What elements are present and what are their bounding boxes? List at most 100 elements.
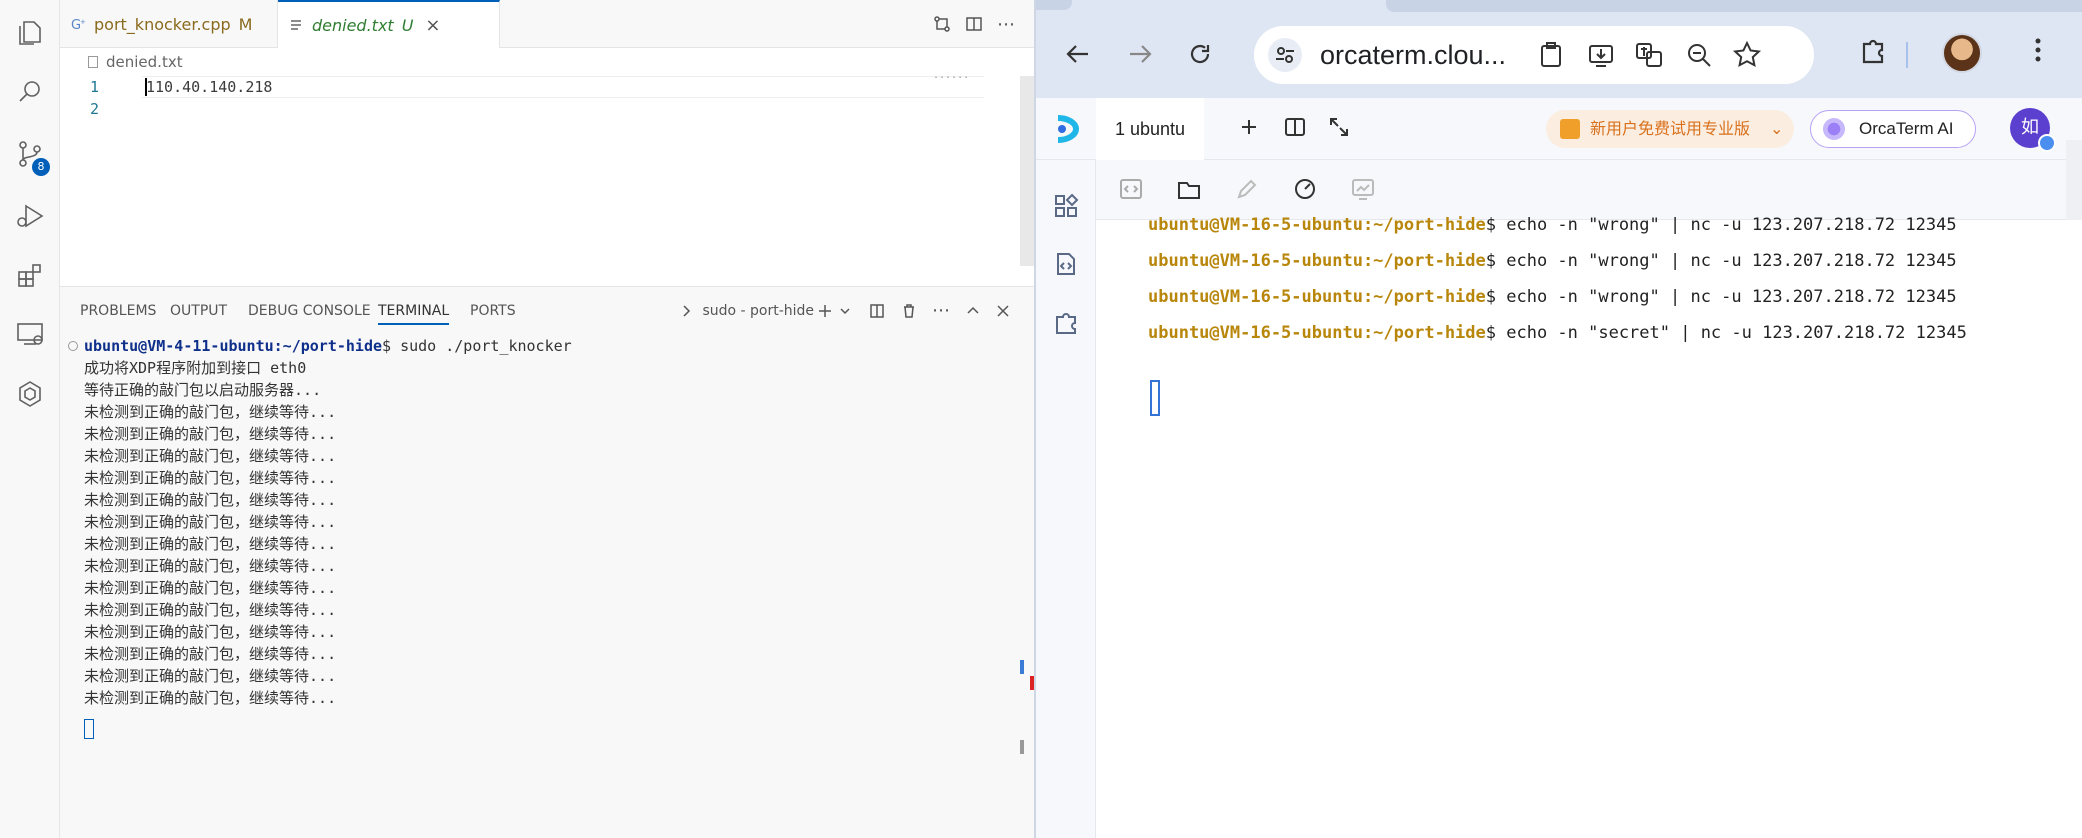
- prompt-path: :~/port-hide: [1362, 251, 1486, 271]
- source-control-badge: 8: [32, 158, 50, 176]
- editor-scrollbar[interactable]: [1020, 76, 1034, 266]
- tab-terminal[interactable]: TERMINAL: [378, 287, 450, 325]
- terminal-prompt-line: ubuntu@VM-4-11-ubuntu:~/port-hide$ sudo …: [84, 335, 572, 357]
- terminal-command-line: ubuntu@VM-16-5-ubuntu:~/port-hide$ echo …: [1148, 246, 1957, 276]
- bookmark-star-icon[interactable]: [1732, 40, 1762, 70]
- clipboard-icon[interactable]: [1536, 40, 1566, 70]
- ai-icon: [1823, 118, 1845, 140]
- extensions-icon[interactable]: [0, 246, 60, 306]
- orcaterm-ai-button[interactable]: OrcaTerm AI: [1810, 110, 1976, 148]
- search-icon[interactable]: [0, 62, 60, 122]
- vscode-window: 8 G + port_knocker.cpp M denied.txt U × …: [0, 0, 1034, 838]
- reload-icon[interactable]: [1180, 34, 1220, 74]
- vscode-terminal[interactable]: ubuntu@VM-4-11-ubuntu:~/port-hide$ sudo …: [60, 335, 1034, 838]
- close-panel-icon[interactable]: [994, 299, 1012, 323]
- panel-tabbar: PROBLEMS OUTPUT DEBUG CONSOLE TERMINAL P…: [60, 287, 1034, 335]
- extensions-icon[interactable]: [1858, 34, 1894, 70]
- terminal-output-line: 未检测到正确的敲门包，继续等待...: [84, 403, 337, 421]
- trash-icon[interactable]: [900, 299, 918, 323]
- split-editor-icon[interactable]: [962, 12, 986, 36]
- split-terminal-icon[interactable]: [868, 299, 886, 323]
- code-editor[interactable]: 1 110.40.140.218 2 ......: [60, 70, 1034, 286]
- prompt-path: :~/port-hide: [1362, 323, 1486, 343]
- forward-icon[interactable]: [1120, 34, 1160, 74]
- command-text: $ echo -n "wrong" | nc -u 123.207.218.72…: [1485, 215, 1957, 235]
- prompt-path: :~/port-hide: [273, 337, 383, 355]
- terminal-command-line: ubuntu@VM-16-5-ubuntu:~/port-hide$ echo …: [1148, 318, 1967, 348]
- browser-tab[interactable]: [1386, 0, 2082, 12]
- prompt-user: ubuntu@VM-4-11-ubuntu: [84, 337, 274, 355]
- folder-icon[interactable]: [1176, 176, 1204, 204]
- prompt-user: ubuntu@VM-16-5-ubuntu: [1148, 215, 1363, 235]
- dashboard-icon[interactable]: [1292, 176, 1320, 204]
- more-actions-icon[interactable]: ⋯: [994, 12, 1018, 36]
- back-icon[interactable]: [1058, 34, 1098, 74]
- terminal-output-line: 等待正确的敲门包以启动服务器...: [84, 381, 322, 399]
- orcaterm-terminal[interactable]: ubuntu@VM-16-5-ubuntu:~/port-hide$ echo …: [1096, 215, 2082, 838]
- tab-debug-console[interactable]: DEBUG CONSOLE: [248, 287, 371, 335]
- translate-icon[interactable]: [1634, 40, 1664, 70]
- remote-explorer-icon[interactable]: [0, 304, 60, 364]
- command-text: $ echo -n "secret" | nc -u 123.207.218.7…: [1485, 323, 1967, 343]
- minimap[interactable]: ......: [933, 70, 969, 81]
- address-bar[interactable]: orcaterm.clou...: [1254, 26, 1814, 84]
- terminal-cursor: [84, 719, 94, 739]
- command-decoration-icon: [68, 341, 78, 351]
- source-control-icon[interactable]: 8: [0, 124, 60, 184]
- user-avatar[interactable]: 如: [2010, 108, 2056, 152]
- monitor-chart-icon[interactable]: [1350, 176, 1378, 204]
- tab-port-knocker-cpp[interactable]: G + port_knocker.cpp M: [60, 0, 278, 48]
- install-app-icon[interactable]: [1586, 40, 1616, 70]
- line-number: 1: [90, 78, 100, 96]
- new-terminal-icon[interactable]: [816, 299, 834, 323]
- new-tab-icon[interactable]: [1236, 114, 1266, 144]
- browser-window: orcaterm.clou... 1 ubuntu 新用户免费试用专业版 ⌄ O…: [1034, 0, 2082, 838]
- terminal-selector[interactable]: sudo - port-hide: [680, 299, 814, 323]
- breadcrumb[interactable]: denied.txt: [60, 48, 1034, 76]
- terminal-name: sudo - port-hide: [702, 303, 815, 319]
- url-text[interactable]: orcaterm.clou...: [1320, 40, 1506, 71]
- chevron-down-icon[interactable]: [836, 299, 854, 323]
- prompt-path: :~/port-hide: [1362, 215, 1486, 235]
- apps-icon[interactable]: [1052, 192, 1080, 220]
- site-info-icon[interactable]: [1268, 38, 1302, 72]
- zoom-out-icon[interactable]: [1684, 40, 1714, 70]
- terminal-command-line: ubuntu@VM-16-5-ubuntu:~/port-hide$ echo …: [1148, 210, 1957, 240]
- edit-icon[interactable]: [1234, 176, 1262, 204]
- plugin-icon[interactable]: [1052, 308, 1080, 336]
- terminal-scrollbar[interactable]: [2066, 140, 2082, 220]
- profile-avatar[interactable]: [1942, 33, 1982, 73]
- open-changes-icon[interactable]: [930, 12, 954, 36]
- browser-tab[interactable]: [1036, 0, 1072, 10]
- status-icon: [2038, 134, 2056, 152]
- tab-label: port_knocker.cpp: [94, 14, 231, 34]
- tab-ports[interactable]: PORTS: [470, 287, 516, 335]
- command-text: $ echo -n "wrong" | nc -u 123.207.218.72…: [1485, 251, 1957, 271]
- explorer-icon[interactable]: [0, 2, 60, 62]
- run-debug-icon[interactable]: [0, 186, 60, 246]
- tab-problems[interactable]: PROBLEMS: [80, 287, 156, 335]
- prompt-command: $ sudo ./port_knocker: [382, 337, 572, 355]
- breadcrumb-file[interactable]: denied.txt: [106, 53, 183, 71]
- terminal-session-tab[interactable]: 1 ubuntu: [1096, 98, 1204, 160]
- code-file-icon[interactable]: [1052, 250, 1080, 278]
- editor-area: G + port_knocker.cpp M denied.txt U × ⋯ d…: [60, 0, 1034, 838]
- terminal-output-line: 未检测到正确的敲门包，继续等待...: [84, 623, 337, 641]
- tab-status: M: [238, 14, 253, 34]
- code-icon[interactable]: [1118, 176, 1146, 204]
- tab-output[interactable]: OUTPUT: [170, 287, 227, 335]
- terminal-command-line: ubuntu@VM-16-5-ubuntu:~/port-hide$ echo …: [1148, 282, 1957, 312]
- fullscreen-icon[interactable]: [1326, 114, 1356, 144]
- promo-button[interactable]: 新用户免费试用专业版 ⌄: [1546, 110, 1794, 148]
- more-actions-icon[interactable]: ⋯: [932, 299, 950, 323]
- close-icon[interactable]: ×: [425, 15, 440, 36]
- menu-kebab-icon[interactable]: [2022, 34, 2058, 70]
- orcaterm-logo-icon[interactable]: [1054, 114, 1080, 144]
- text-cursor: [145, 78, 147, 96]
- orcaterm-sidebar: [1036, 160, 1096, 838]
- split-view-icon[interactable]: [1282, 114, 1312, 144]
- chatgpt-icon[interactable]: [0, 364, 60, 424]
- gift-icon: [1560, 119, 1580, 139]
- maximize-panel-icon[interactable]: [964, 299, 982, 323]
- tab-denied-txt[interactable]: denied.txt U ×: [278, 0, 500, 48]
